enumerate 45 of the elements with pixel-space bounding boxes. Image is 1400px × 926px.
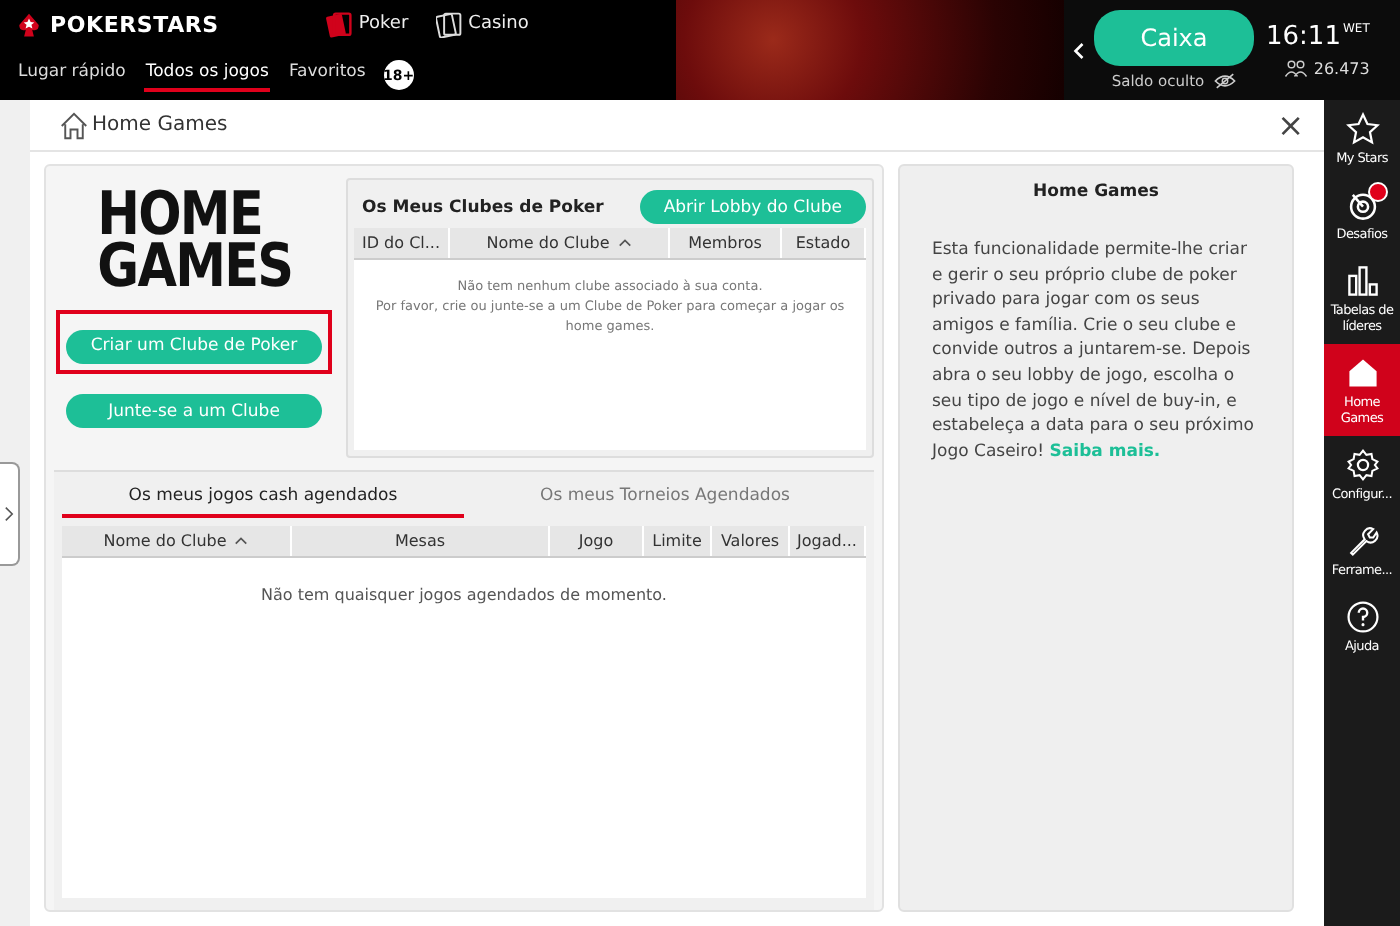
- column-header[interactable]: Jogad...: [790, 526, 866, 556]
- eye-slash-icon[interactable]: [1214, 72, 1237, 90]
- star-icon: [1345, 112, 1379, 146]
- empty-message: Não tem quaisquer jogos agendados de momento.: [259, 584, 669, 608]
- column-header[interactable]: Jogo: [550, 526, 644, 556]
- column-header[interactable]: Nome do Clube: [62, 526, 292, 556]
- product-link[interactable]: Poker: [326, 11, 409, 37]
- players-count: 26.473: [1313, 60, 1370, 78]
- schedule-tab[interactable]: Os meus jogos cash agendados: [62, 476, 464, 518]
- clubs-title: Os Meus Clubes de Poker: [362, 197, 604, 217]
- sort-caret-icon: [234, 536, 249, 546]
- sort-caret-icon: [617, 238, 632, 248]
- column-header[interactable]: Mesas: [292, 526, 550, 556]
- cards-icon: [436, 11, 463, 37]
- product-link[interactable]: Casino: [436, 11, 529, 37]
- info-title: Home Games: [1031, 182, 1161, 202]
- column-header[interactable]: Limite: [644, 526, 712, 556]
- house-icon: [1345, 356, 1379, 390]
- wrench-icon: [1345, 524, 1379, 558]
- nav-tab[interactable]: Todos os jogos: [143, 58, 271, 92]
- nav-tab[interactable]: Lugar rápido: [16, 58, 128, 92]
- column-header[interactable]: Valores: [712, 526, 790, 556]
- people-icon: [1283, 60, 1308, 78]
- help-icon: [1345, 600, 1379, 634]
- schedule-tab[interactable]: Os meus Torneios Agendados: [464, 476, 866, 518]
- settings-icon: [1345, 448, 1379, 482]
- chevron-right-icon: [4, 505, 14, 521]
- chevron-left-icon[interactable]: [1072, 39, 1086, 61]
- cards-icon: [326, 11, 353, 37]
- bar-chart-icon: [1345, 264, 1379, 298]
- clock-time: 16:11: [1266, 22, 1341, 52]
- column-header[interactable]: Membros: [670, 228, 782, 258]
- window-title: Home Games: [92, 114, 230, 136]
- expand-handle[interactable]: [0, 461, 20, 565]
- column-header[interactable]: Nome do Clube: [450, 228, 670, 258]
- info-text: Esta funcionalidade permite-lhe criar e gerir o seu próprio clube de poker privado para jogar com os seus amigos e família. Crie o seu clube e convide outros a juntarem-se. Depois abra o seu lobby de jogo, escolha o seu tipo de jogo e nível de buy-in, e estabeleça a data para o seu próximo Jogo Caseiro! Saiba mais.: [932, 238, 1256, 465]
- house-icon: [60, 111, 88, 139]
- home-games-logo: HOME GAMES: [96, 190, 292, 294]
- target-icon: [1345, 188, 1379, 222]
- close-button[interactable]: ×: [1277, 106, 1304, 144]
- brand-name: POKERSTARS: [50, 11, 219, 37]
- nav-tab[interactable]: Favoritos: [286, 58, 368, 92]
- column-header[interactable]: ID do Cl...: [354, 228, 450, 258]
- spade-star-icon: [16, 11, 42, 37]
- column-header[interactable]: Estado: [782, 228, 866, 258]
